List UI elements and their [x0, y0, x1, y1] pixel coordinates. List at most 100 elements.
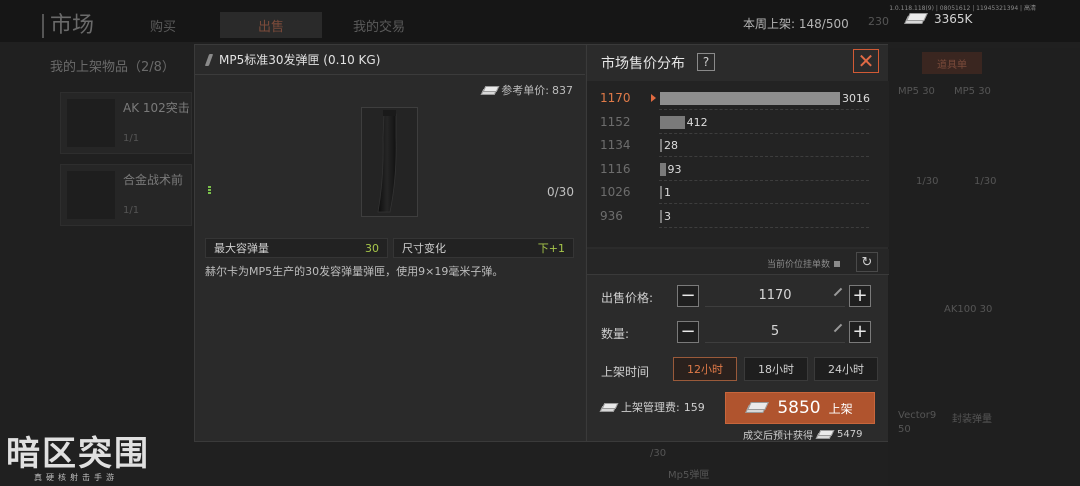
listing-panel: 市场售价分布 ? ✕ 1170 3016 1152 412 1134 28 1116 93 10…: [586, 45, 889, 442]
cash-icon: [815, 430, 835, 439]
tab-my-trades[interactable]: 我的交易: [328, 12, 430, 38]
grid-label: Mp5弹匣: [668, 470, 710, 481]
quantity-stepper: − 5 +: [677, 321, 877, 345]
stat-value: 下+1: [537, 242, 565, 255]
distribution-bar: [660, 209, 662, 223]
price-stepper: − 1170 +: [677, 285, 877, 309]
current-price-marker-icon: [651, 94, 656, 102]
distribution-bar: [660, 186, 662, 199]
price-tick-label: 1170: [600, 91, 631, 105]
grid-line: [659, 132, 869, 134]
distribution-bar: [660, 162, 666, 176]
listing-qty: 1/1: [123, 205, 140, 216]
bar-value-label: 3016: [842, 92, 870, 105]
listing-name: 合金战术前: [123, 173, 184, 187]
tab-sell[interactable]: 出售: [220, 12, 322, 38]
refresh-button[interactable]: ↻: [856, 252, 878, 272]
minus-icon: −: [680, 285, 696, 306]
stat-value: 30: [365, 241, 379, 255]
distribution-title: 市场售价分布: [601, 56, 685, 72]
money-value: 3365K: [934, 12, 973, 26]
price-decrease-button[interactable]: −: [677, 285, 699, 307]
refresh-icon: ↻: [861, 254, 873, 270]
bar-value-label: 28: [664, 139, 678, 152]
list-amount: 5850: [777, 398, 821, 418]
grid-label: 封装弹量: [952, 414, 992, 425]
current-price-row: 当前价位挂单数 ↻: [587, 249, 889, 275]
grid-line: [659, 226, 869, 228]
weekly-listed: 本周上架: 148/500: [743, 15, 849, 32]
listing-row[interactable]: AK 102突击 1/1: [60, 92, 192, 154]
market-title: 市场: [42, 14, 94, 38]
close-icon: ✕: [857, 49, 875, 73]
grid-label: AK100 30: [944, 304, 993, 315]
listing-row[interactable]: 合金战术前 1/1: [60, 164, 192, 226]
cash-icon: [904, 13, 928, 25]
close-button[interactable]: ✕: [853, 49, 879, 73]
grid-line: [659, 203, 869, 204]
rarity-indicator: [208, 186, 211, 194]
fee-label: 上架管理费:: [621, 401, 680, 414]
listing-time-label: 上架时间: [601, 365, 650, 379]
cash-icon: [745, 402, 770, 414]
price-distribution-chart: 1170 3016 1152 412 1134 28 1116 93 1026 1 936 3: [587, 81, 889, 247]
grid-label: Vector9: [898, 410, 937, 421]
logo-title: 暗区突围: [6, 434, 150, 474]
expected-value: 5479: [837, 429, 863, 440]
distribution-bar: [660, 92, 840, 105]
legend-square-icon: [834, 260, 841, 267]
quantity-decrease-button[interactable]: −: [677, 321, 699, 343]
item-image: [361, 107, 418, 217]
item-title: MP5标准30发弹匣 (0.10 KG): [219, 53, 381, 67]
plus-icon: +: [852, 285, 868, 306]
current-price-label: 当前价位挂单数: [767, 257, 841, 270]
bar-value-label: 3: [664, 209, 671, 223]
item-detail-panel: MP5标准30发弹匣 (0.10 KG) 参考单价: 837 0/30 最大容弹…: [195, 45, 585, 441]
ammo-count: 0/30: [547, 185, 574, 199]
price-tick-label: 1134: [600, 138, 631, 152]
listing-name: AK 102突击: [123, 101, 190, 115]
weekly-listed-value: 148/500: [798, 17, 849, 31]
minus-icon: −: [680, 321, 696, 342]
grid-line: [659, 156, 869, 157]
distribution-bar: [660, 139, 662, 152]
grid-label: 1/30: [974, 176, 997, 187]
sell-dialog: MP5标准30发弹匣 (0.10 KG) 参考单价: 837 0/30 最大容弹…: [194, 44, 889, 442]
time-option-12h[interactable]: 12小时: [673, 357, 737, 381]
price-tick-label: 1116: [600, 161, 631, 176]
ref-price-label: 参考单价:: [501, 84, 549, 97]
stat-key: 最大容弹量: [214, 242, 269, 255]
money-display: 3365K: [904, 12, 973, 26]
item-thumbnail: [67, 171, 115, 219]
listing-fee: 上架管理费: 159: [599, 399, 705, 415]
tab-buy[interactable]: 购买: [112, 12, 214, 38]
quantity-input[interactable]: 5: [705, 321, 845, 343]
bar-value-label: 1: [664, 186, 671, 199]
magazine-icon: [377, 110, 397, 213]
grid-label: /30: [650, 448, 667, 459]
plus-icon: +: [852, 321, 868, 342]
weekly-listed-label: 本周上架:: [743, 17, 796, 31]
magazine-icon: [204, 53, 214, 66]
grid-label: 1/30: [916, 176, 939, 187]
current-price-text: 当前价位挂单数: [767, 260, 831, 270]
price-tick-label: 1152: [600, 114, 631, 129]
my-listings-title: 我的上架物品（2/8）: [50, 60, 175, 75]
price-input[interactable]: 1170: [705, 285, 845, 307]
time-option-18h[interactable]: 18小时: [744, 357, 808, 381]
price-increase-button[interactable]: +: [849, 285, 871, 307]
help-button[interactable]: ?: [697, 53, 715, 71]
stat-key: 尺寸变化: [402, 242, 446, 255]
quantity-label: 数量:: [601, 327, 630, 341]
cash-icon: [480, 85, 500, 95]
right-tab[interactable]: 道具单: [922, 52, 982, 74]
price-tick-label: 936: [600, 208, 623, 223]
fee-value: 159: [683, 400, 705, 414]
list-item-button[interactable]: 5850 上架: [725, 392, 875, 424]
ref-price-value: 837: [552, 83, 573, 97]
grid-label: 50: [898, 424, 911, 435]
time-option-24h[interactable]: 24小时: [814, 357, 878, 381]
bar-value-label: 412: [686, 115, 708, 129]
price-label: 出售价格:: [601, 291, 654, 305]
quantity-increase-button[interactable]: +: [849, 321, 871, 343]
